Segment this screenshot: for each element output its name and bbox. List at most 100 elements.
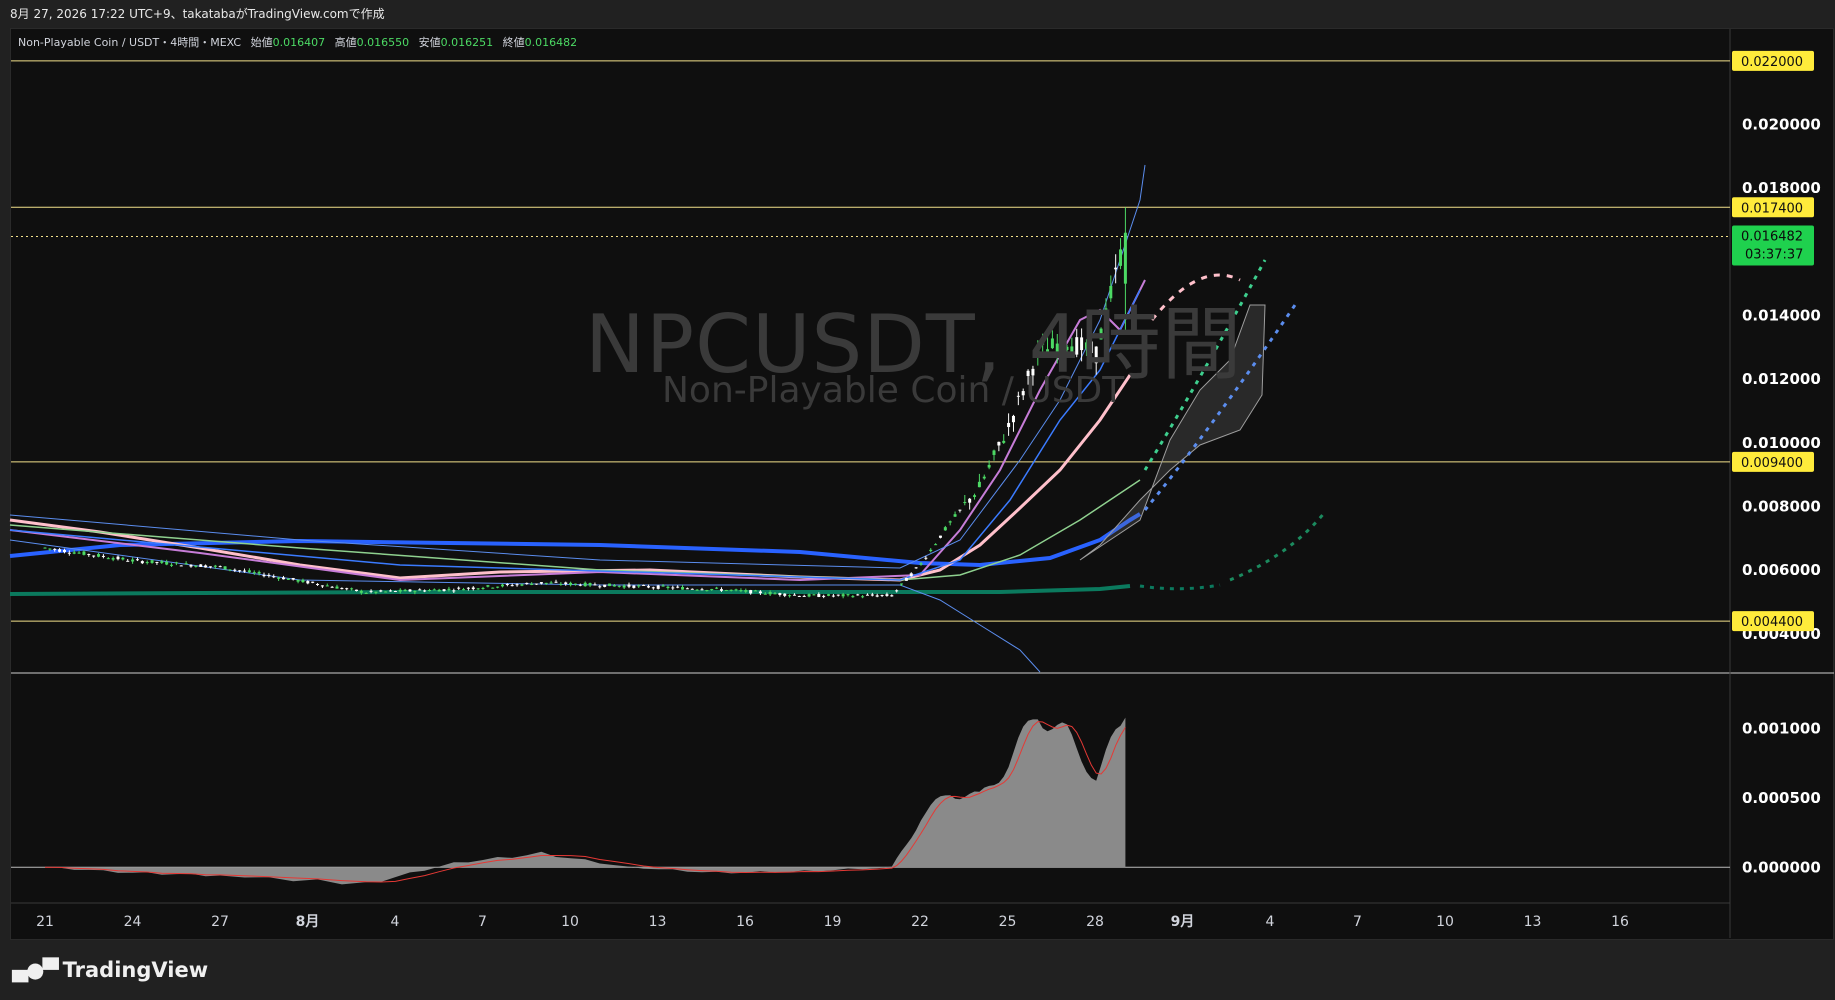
- candle-body: [559, 583, 563, 585]
- candle-body: [608, 583, 612, 587]
- ma-teal-projection: [1139, 583, 1221, 591]
- tradingview-mark-icon: ▄●▀: [12, 958, 59, 982]
- candle-body: [462, 589, 466, 591]
- candle-body: [247, 570, 251, 573]
- candle-body: [170, 564, 174, 566]
- candle-body: [569, 582, 573, 586]
- candle-body: [705, 590, 709, 592]
- price-axis-label: 0.020000: [1742, 115, 1821, 133]
- candle-body: [627, 584, 631, 587]
- candle-body: [476, 588, 480, 590]
- tradingview-brand-text: TradingView: [62, 958, 209, 982]
- candle-body: [909, 573, 913, 577]
- candle-body: [452, 590, 456, 592]
- tradingview-logo[interactable]: ▄●▀ TradingView: [12, 956, 208, 984]
- candle-body: [525, 582, 529, 584]
- legend-close-label: 終値: [502, 36, 525, 49]
- time-axis-label: 28: [1086, 914, 1104, 930]
- price-axis-label: 0.012000: [1742, 370, 1821, 388]
- candle-body: [603, 584, 607, 587]
- time-axis-label: 21: [36, 914, 54, 930]
- candle-body: [719, 589, 723, 591]
- time-axis-label: 8月: [296, 914, 320, 930]
- candle-body: [379, 590, 383, 592]
- candle-body: [651, 587, 655, 589]
- candle-body: [861, 596, 865, 598]
- candle-body: [423, 590, 427, 592]
- candle-body: [802, 595, 806, 597]
- candle-body: [67, 552, 71, 554]
- candle-body: [150, 560, 154, 563]
- candle-body: [554, 581, 558, 583]
- price-axis-label: 0.008000: [1742, 497, 1821, 515]
- candle-body: [856, 594, 860, 596]
- time-axis-label: 16: [1611, 914, 1629, 930]
- candle-body: [418, 589, 422, 591]
- candle-body: [189, 564, 193, 567]
- candle-body: [389, 590, 393, 592]
- candle-body: [306, 581, 310, 584]
- legend-low-label: 安値: [418, 36, 441, 49]
- candle-body: [700, 589, 704, 591]
- candle-body: [413, 591, 417, 593]
- oscillator-axis-label: 0.000500: [1742, 789, 1821, 807]
- price-axis-label: 0.006000: [1742, 561, 1821, 579]
- candle-body: [968, 498, 972, 503]
- candle-body: [1123, 232, 1127, 284]
- candle-body: [934, 544, 938, 546]
- candle-body: [257, 571, 261, 574]
- candle-body: [442, 589, 446, 591]
- candle-body: [544, 582, 548, 584]
- chart-canvas[interactable]: 0.020000 0.018000 0.014000 0.012000 0.010000…: [0, 0, 1835, 1000]
- candle-body: [491, 587, 495, 589]
- candle-body: [277, 577, 281, 579]
- candle-body: [486, 585, 490, 587]
- candle-body: [272, 576, 276, 578]
- candle-body: [87, 554, 91, 556]
- legend-low-value: 0.016251: [440, 36, 494, 49]
- candle-body: [870, 594, 874, 596]
- candle-body: [729, 589, 733, 591]
- candle-body: [267, 574, 271, 576]
- candle-body: [208, 566, 212, 568]
- axes: 0.020000 0.018000 0.014000 0.012000 0.010000…: [36, 50, 1821, 930]
- candle-body: [520, 584, 524, 586]
- candle-body: [204, 565, 208, 568]
- candle-body: [330, 586, 334, 588]
- candle-body: [213, 565, 217, 567]
- time-axis-label: 13: [1524, 914, 1542, 930]
- candle-body: [958, 509, 962, 511]
- candle-body: [773, 593, 777, 595]
- candle-body: [350, 588, 354, 590]
- candle-body: [744, 590, 748, 592]
- candle-body: [841, 594, 845, 597]
- candle-body: [369, 590, 373, 592]
- time-axis-label: 16: [736, 914, 754, 930]
- candle-body: [218, 566, 222, 568]
- candle-body: [734, 589, 738, 591]
- ma-teal-line: [9, 584, 1131, 596]
- time-axis-label: 7: [478, 914, 487, 930]
- candle-body: [384, 591, 388, 593]
- candle-body: [496, 586, 500, 588]
- candle-body: [505, 583, 509, 585]
- candle-body: [656, 585, 660, 589]
- candle-body: [1011, 415, 1015, 423]
- candle-body: [865, 594, 869, 596]
- candle-body: [131, 559, 135, 562]
- price-axis-label: 0.010000: [1742, 434, 1821, 452]
- candle-body: [228, 569, 232, 571]
- candle-body: [754, 590, 758, 592]
- candle-body: [335, 586, 339, 589]
- candle-body: [914, 567, 918, 569]
- candle-body: [880, 594, 884, 596]
- oscillator-axis-label: 0.000000: [1742, 858, 1821, 876]
- candle-body: [685, 588, 689, 590]
- candle-body: [763, 593, 767, 595]
- candle-body: [345, 588, 349, 590]
- candle-body: [671, 587, 675, 589]
- candle-body: [637, 585, 641, 587]
- candle-body: [126, 560, 130, 562]
- current-price-text: 0.016482: [1741, 229, 1803, 244]
- candle-body: [311, 581, 315, 583]
